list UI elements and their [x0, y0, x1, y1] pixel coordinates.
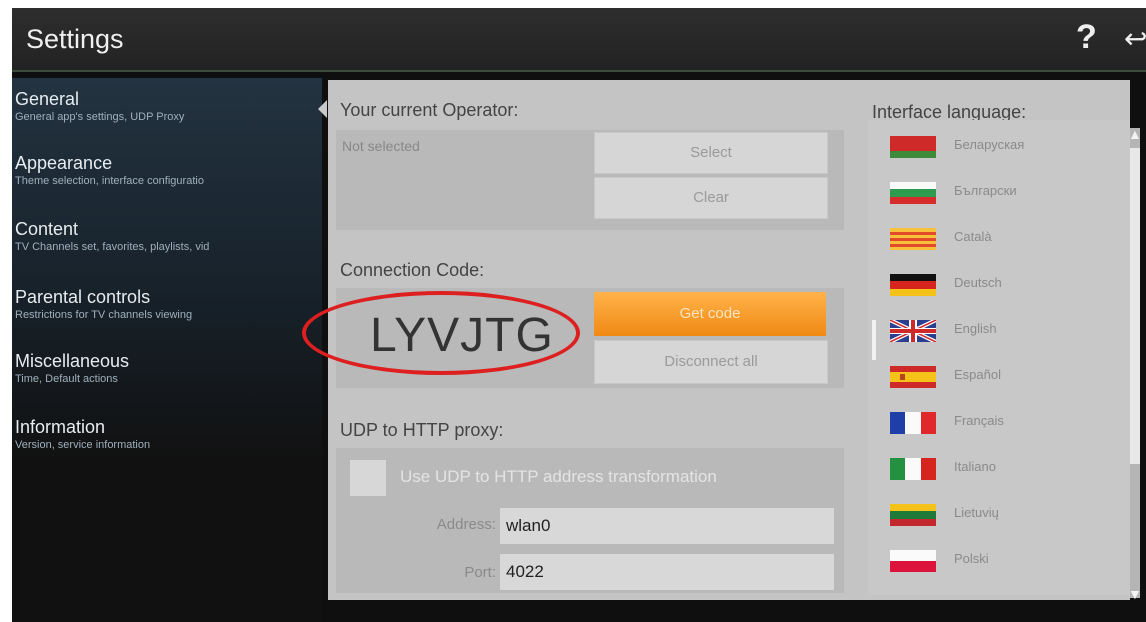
udp-proxy-box: Use UDP to HTTP address transformation A… — [336, 448, 844, 593]
help-icon[interactable]: ? — [1076, 18, 1097, 57]
language-item-polish[interactable]: Polski — [878, 540, 1118, 580]
language-item-french[interactable]: Français — [878, 402, 1118, 442]
language-name: Italiano — [954, 459, 996, 474]
language-name: Polski — [954, 551, 989, 566]
connection-code-label: Connection Code: — [340, 260, 485, 280]
clear-operator-button[interactable]: Clear — [594, 177, 828, 219]
catalonia-flag-icon — [890, 228, 936, 250]
sidebar-item-description: Theme selection, interface configuratio — [15, 175, 204, 187]
bulgaria-flag-icon — [890, 182, 936, 204]
language-list[interactable]: Беларуская Български Català Deutsch Engl… — [868, 120, 1130, 595]
address-label: Address: — [436, 516, 496, 533]
germany-flag-icon — [890, 274, 936, 296]
address-field[interactable]: wlan0 — [500, 508, 834, 544]
language-item-belarusian[interactable]: Беларуская — [878, 126, 1118, 166]
sidebar-item-description: Restrictions for TV channels viewing — [15, 309, 193, 321]
italy-flag-icon — [890, 458, 936, 480]
language-name: Français — [954, 413, 1004, 428]
sidebar-item-content[interactable]: Content TV Channels set, favorites, play… — [15, 218, 320, 254]
uk-flag-icon — [890, 320, 936, 342]
operator-value: Not selected — [342, 138, 420, 154]
language-item-bulgarian[interactable]: Български — [878, 172, 1118, 212]
language-item-lithuanian[interactable]: Lietuvių — [878, 494, 1118, 534]
udp-transform-checkbox[interactable] — [350, 460, 386, 496]
disconnect-all-button[interactable]: Disconnect all — [594, 340, 828, 384]
sidebar-item-description: Time, Default actions — [15, 373, 118, 385]
settings-sidebar: General General app's settings, UDP Prox… — [12, 78, 322, 622]
sidebar-item-description: Version, service information — [15, 439, 151, 451]
sidebar-item-description: General app's settings, UDP Proxy — [15, 111, 185, 123]
selected-language-marker — [872, 320, 876, 360]
udp-transform-label: Use UDP to HTTP address transformation — [400, 467, 717, 486]
lithuania-flag-icon — [890, 504, 936, 526]
language-item-italian[interactable]: Italiano — [878, 448, 1118, 488]
language-name: Deutsch — [954, 275, 1002, 290]
sidebar-item-miscellaneous[interactable]: Miscellaneous Time, Default actions — [15, 350, 320, 386]
language-name: Lietuvių — [954, 505, 999, 520]
port-label: Port: — [464, 564, 496, 581]
belarus-flag-icon — [890, 136, 936, 158]
spain-flag-icon — [890, 366, 936, 388]
language-name: Español — [954, 367, 1001, 382]
page-title: Settings — [26, 24, 124, 54]
sidebar-item-label: Content — [15, 219, 79, 239]
language-name: Български — [954, 183, 1017, 198]
sidebar-item-label: Parental controls — [15, 287, 151, 307]
back-icon[interactable]: ↩ — [1124, 22, 1146, 55]
france-flag-icon — [890, 412, 936, 434]
sidebar-item-parental-controls[interactable]: Parental controls Restrictions for TV ch… — [15, 286, 320, 322]
get-code-button[interactable]: Get code — [594, 292, 826, 336]
language-item-german[interactable]: Deutsch — [878, 264, 1118, 304]
select-operator-button[interactable]: Select — [594, 132, 828, 174]
language-item-english[interactable]: English — [878, 310, 1118, 350]
scroll-up-icon[interactable]: ▲ — [1128, 126, 1142, 142]
language-item-spanish[interactable]: Español — [878, 356, 1118, 396]
app-window: Settings ? ↩ General General app's setti… — [12, 8, 1146, 622]
sidebar-item-general[interactable]: General General app's settings, UDP Prox… — [15, 88, 320, 124]
language-name: Català — [954, 229, 992, 244]
code-highlight-ellipse — [302, 291, 580, 375]
sidebar-item-label: General — [15, 89, 80, 109]
language-scrollbar-thumb[interactable] — [1130, 148, 1140, 464]
operator-label: Your current Operator: — [340, 100, 519, 120]
sidebar-item-label: Miscellaneous — [15, 351, 130, 371]
sidebar-item-label: Information — [15, 417, 106, 437]
scroll-down-icon[interactable]: ▼ — [1128, 586, 1142, 602]
title-bar: Settings ? ↩ — [12, 8, 1146, 72]
language-name: English — [954, 321, 997, 336]
udp-proxy-label: UDP to HTTP proxy: — [340, 420, 504, 440]
sidebar-item-label: Appearance — [15, 153, 113, 173]
operator-box: Not selected Select Clear — [336, 130, 844, 230]
poland-flag-icon — [890, 550, 936, 572]
sidebar-item-information[interactable]: Information Version, service information — [15, 416, 320, 452]
port-field[interactable]: 4022 — [500, 554, 834, 590]
language-name: Беларуская — [954, 137, 1025, 152]
selection-pointer — [318, 100, 327, 118]
language-item-catalan[interactable]: Català — [878, 218, 1118, 258]
sidebar-item-description: TV Channels set, favorites, playlists, v… — [15, 241, 210, 253]
sidebar-item-appearance[interactable]: Appearance Theme selection, interface co… — [15, 152, 320, 188]
